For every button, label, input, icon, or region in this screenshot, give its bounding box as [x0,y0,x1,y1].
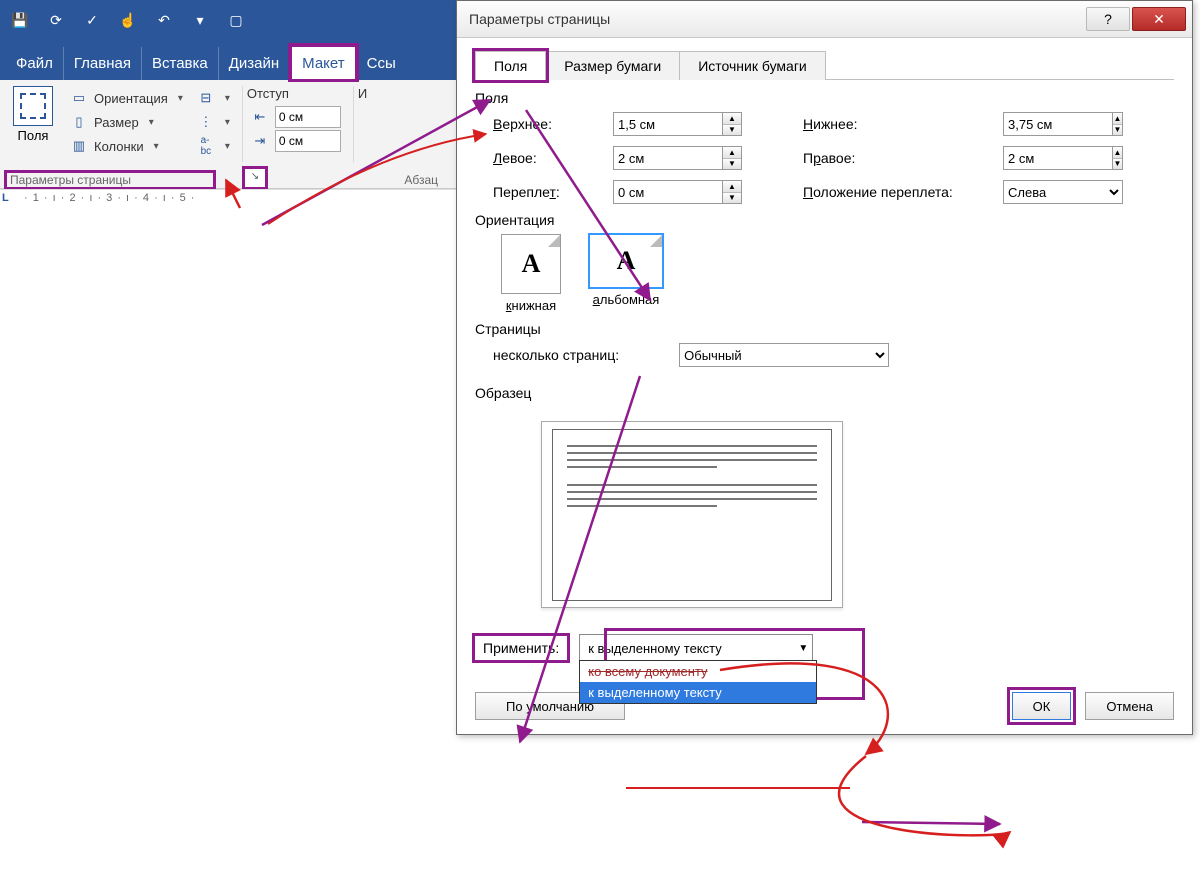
paragraph-group-title: Абзац [266,172,442,188]
orientation-landscape[interactable]: A альбомная [589,234,663,313]
ribbon-tabs: Файл Главная Вставка Дизайн Макет Ссы [0,40,460,80]
orientation-button[interactable]: ▭ Ориентация [66,86,187,110]
apply-to-label: Применить: [475,636,567,660]
dialog-tabs: Поля Размер бумаги Источник бумаги [475,50,1174,80]
top-margin-label: ВВерхнее:ерхнее: [493,116,613,132]
gutter-position-select[interactable]: Слева [1003,180,1123,204]
preview-page-icon [552,429,832,601]
line-numbers-button[interactable]: ⋮ [193,110,234,134]
apply-to-dropdown-list: ко всему документу к выделенному тексту [579,660,817,704]
undo-icon[interactable]: ↶ [154,10,174,30]
page-setup-group-title: Параметры страницы [6,172,214,188]
cancel-button[interactable]: Отмена [1085,692,1174,720]
portrait-icon: A [501,234,561,294]
left-margin-input[interactable]: ▲▼ [613,146,763,170]
section-margins: Поля [475,90,1174,106]
margins-icon [13,86,53,126]
hyphenation-button[interactable]: a-bc [193,134,234,158]
left-margin-label: Левое: [493,150,613,166]
tab-margins[interactable]: Поля [475,51,546,80]
margins-label: Поля [18,128,49,143]
hyphenation-icon: a-bc [197,137,215,155]
chevron-down-icon: ▼ [798,643,808,654]
help-button[interactable]: ? [1086,7,1130,31]
orientation-portrait[interactable]: A книжная [501,234,561,313]
columns-button[interactable]: ▥ Колонки [66,134,187,158]
touch-mode-icon[interactable]: ☝ [118,10,138,30]
new-doc-icon[interactable]: ▢ [226,10,246,30]
right-margin-label: Правое: [803,150,1003,166]
right-margin-input[interactable]: ▲▼ [1003,146,1123,170]
indent-left-row: ⇤ [247,105,345,129]
indent-left-input[interactable] [275,106,341,128]
redo-icon[interactable]: ▾ [190,10,210,30]
multiple-pages-label: несколько страниц: [493,347,619,363]
multiple-pages-select[interactable]: Обычный [679,343,889,367]
dialog-titlebar[interactable]: Параметры страницы ? ✕ [457,1,1192,38]
tab-insert[interactable]: Вставка [142,47,219,80]
tab-paper-source[interactable]: Источник бумаги [679,51,826,80]
spacing-stub: И [358,86,368,101]
dialog-title: Параметры страницы [463,11,1084,27]
page-setup-dialog: Параметры страницы ? ✕ Поля Размер бумаг… [456,0,1193,735]
indent-right-input[interactable] [275,130,341,152]
bottom-margin-input[interactable]: ▲▼ [1003,112,1123,136]
word-ribbon: 💾 ⟳ ✓ ☝ ↶ ▾ ▢ Файл Главная Вставка Дизай… [0,0,460,218]
tab-references[interactable]: Ссы [357,47,406,80]
tab-layout[interactable]: Макет [290,45,356,80]
preview-box [541,421,843,608]
gutter-position-label: Положение переплета: [803,184,1003,200]
landscape-icon: A [589,234,663,288]
columns-icon: ▥ [70,137,88,155]
indent-right-icon: ⇥ [251,132,269,150]
size-icon: ▯ [70,113,88,131]
page-setup-dialog-launcher[interactable]: ↘ [244,168,266,188]
gutter-input[interactable]: ▲▼ [613,180,763,204]
refresh-icon[interactable]: ⟳ [46,10,66,30]
top-margin-input[interactable]: ▲▼ [613,112,763,136]
apply-option-selection[interactable]: к выделенному тексту [580,682,816,703]
save-icon[interactable]: 💾 [10,10,30,30]
line-numbers-icon: ⋮ [197,113,215,131]
tab-file[interactable]: Файл [6,47,64,80]
margins-button[interactable]: Поля [6,86,60,158]
bottom-margin-label: Нижнее: [803,116,1003,132]
section-pages: Страницы [475,321,1174,337]
breaks-button[interactable]: ⊟ [193,86,234,110]
spellcheck-icon[interactable]: ✓ [82,10,102,30]
section-preview: Образец [475,385,1174,401]
apply-option-whole-doc[interactable]: ко всему документу [580,661,816,682]
tab-home[interactable]: Главная [64,47,142,80]
gutter-label: Переплет: [493,184,613,200]
tab-paper-size[interactable]: Размер бумаги [545,51,680,80]
tab-stop-marker[interactable]: L [2,192,10,204]
indent-right-row: ⇥ [247,129,345,153]
size-button[interactable]: ▯ Размер [66,110,187,134]
section-orientation: Ориентация [475,212,1174,228]
ruler-ticks: · 1 · ı · 2 · ı · 3 · ı · 4 · ı · 5 · [24,192,195,204]
breaks-icon: ⊟ [197,89,215,107]
quick-access-toolbar: 💾 ⟳ ✓ ☝ ↶ ▾ ▢ [0,0,460,40]
horizontal-ruler[interactable]: L · 1 · ı · 2 · ı · 3 · ı · 4 · ı · 5 · [0,189,460,218]
ribbon-body: Поля ▭ Ориентация ▯ Размер ▥ [0,80,460,189]
orientation-icon: ▭ [70,89,88,107]
ok-button[interactable]: ОК [1012,692,1072,720]
indent-left-icon: ⇤ [251,108,269,126]
tab-design[interactable]: Дизайн [219,47,290,80]
indent-label: Отступ [247,86,345,101]
apply-to-select[interactable]: к выделенному тексту▼ ко всему документу… [579,634,813,662]
close-button[interactable]: ✕ [1132,7,1186,31]
